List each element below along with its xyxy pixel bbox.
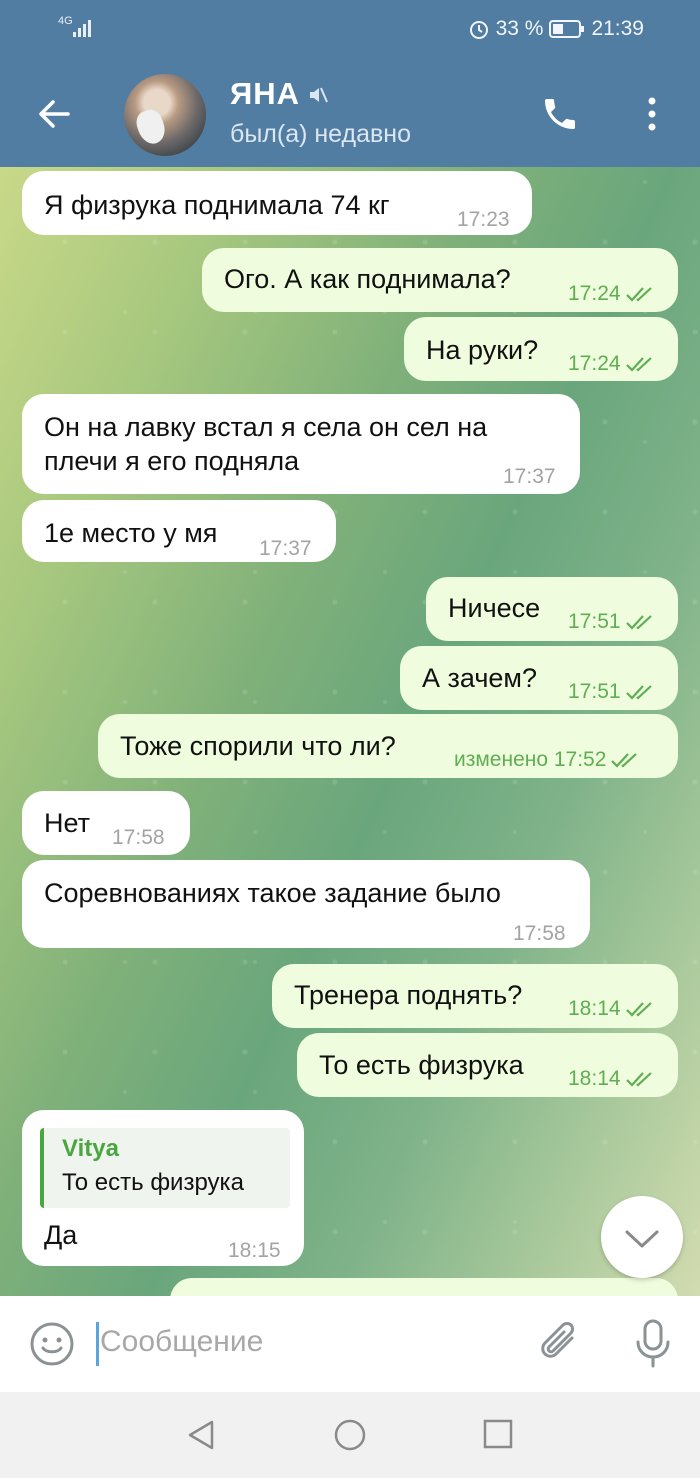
- chevron-down-icon: [625, 1230, 659, 1248]
- message-list[interactable]: Я физрука поднимала 74 кг 17:23 Ого. А к…: [0, 167, 700, 1296]
- battery-icon: [549, 20, 585, 38]
- message-time: 17:24: [568, 352, 621, 375]
- system-nav-bar: [0, 1392, 700, 1478]
- message-text: Соревнованиях такое задание было: [44, 878, 501, 908]
- message-outgoing[interactable]: Тренера поднять? 18:14: [272, 964, 678, 1028]
- back-arrow-icon[interactable]: [34, 94, 74, 134]
- message-incoming[interactable]: Я физрука поднимала 74 кг 17:23: [22, 171, 532, 235]
- message-incoming[interactable]: Соревнованиях такое задание было 17:58: [22, 860, 590, 948]
- message-outgoing[interactable]: То есть физрука 18:14: [297, 1033, 678, 1097]
- message-time: 17:37: [259, 537, 312, 560]
- message-incoming[interactable]: 1е место у мя 17:37: [22, 500, 336, 562]
- reply-text: То есть физрука: [62, 1169, 244, 1196]
- emoji-icon[interactable]: [28, 1320, 76, 1368]
- message-text: Ого. А как поднимала?: [224, 264, 511, 294]
- message-outgoing[interactable]: [170, 1278, 678, 1296]
- read-ticks-icon: [625, 287, 652, 303]
- message-text: Нет: [44, 808, 90, 838]
- nav-home-icon[interactable]: [333, 1418, 367, 1452]
- message-time: 17:58: [513, 922, 566, 945]
- message-time: 17:23: [457, 208, 510, 231]
- status-bar: 4G 33 % 21:39: [0, 0, 700, 60]
- message-text: Да: [44, 1220, 78, 1250]
- attach-icon[interactable]: [538, 1318, 584, 1368]
- alarm-icon: [469, 21, 488, 39]
- read-ticks-icon: [625, 615, 652, 631]
- message-time: 18:14: [568, 1067, 621, 1090]
- clock: 21:39: [591, 17, 644, 40]
- read-ticks-icon: [625, 685, 652, 701]
- composer: [0, 1296, 700, 1392]
- message-incoming[interactable]: Нет 17:58: [22, 791, 190, 855]
- muted-icon: [310, 87, 328, 103]
- signal-icon: [73, 20, 91, 37]
- message-text: 1е место у мя: [44, 518, 218, 548]
- read-ticks-icon: [611, 753, 638, 769]
- message-incoming[interactable]: Он на лавку встал я села он сел на плечи…: [22, 394, 580, 494]
- nav-back-icon[interactable]: [184, 1418, 218, 1452]
- message-incoming[interactable]: Vitya То есть физрука Да 18:15: [22, 1110, 304, 1266]
- message-time: 17:51: [568, 610, 621, 633]
- message-outgoing[interactable]: Ого. А как поднимала? 17:24: [202, 248, 678, 312]
- message-input[interactable]: [100, 1318, 500, 1366]
- avatar[interactable]: [124, 74, 206, 156]
- battery-percent: 33 %: [495, 17, 544, 40]
- message-text: Я физрука поднимала 74 кг: [44, 190, 390, 220]
- message-outgoing[interactable]: А зачем? 17:51: [400, 646, 678, 710]
- message-outgoing[interactable]: Тоже спорили что ли? изменено 17:52: [98, 714, 678, 778]
- message-text: Тоже спорили что ли?: [120, 731, 396, 761]
- microphone-icon[interactable]: [632, 1318, 674, 1370]
- network-type: 4G: [58, 15, 73, 27]
- phone-icon[interactable]: [540, 94, 580, 134]
- message-outgoing[interactable]: Ничесе 17:51: [426, 577, 678, 641]
- message-time: 17:51: [568, 680, 621, 703]
- reply-author: Vitya: [62, 1135, 119, 1162]
- more-options-icon[interactable]: [642, 96, 662, 132]
- chat-header: ЯНА был(а) недавно: [0, 60, 700, 167]
- message-text: Тренера поднять?: [294, 980, 523, 1010]
- message-time: 17:24: [568, 282, 621, 305]
- message-time: изменено 17:52: [454, 748, 607, 771]
- contact-status: был(а) недавно: [230, 120, 412, 148]
- message-text: А зачем?: [422, 663, 537, 693]
- message-time: 18:15: [228, 1239, 281, 1262]
- message-text: Он на лавку встал я села он сел на плечи…: [44, 412, 488, 476]
- nav-recents-icon[interactable]: [482, 1418, 514, 1450]
- read-ticks-icon: [625, 1002, 652, 1018]
- message-time: 17:37: [503, 465, 556, 488]
- message-time: 17:58: [112, 826, 165, 849]
- scroll-down-button[interactable]: [601, 1196, 683, 1278]
- message-text: На руки?: [426, 335, 539, 365]
- message-time: 18:14: [568, 997, 621, 1020]
- message-outgoing[interactable]: На руки? 17:24: [404, 317, 678, 381]
- message-text: Ничесе: [448, 593, 541, 623]
- contact-name[interactable]: ЯНА: [230, 76, 300, 112]
- read-ticks-icon: [625, 1072, 652, 1088]
- reply-quote[interactable]: Vitya То есть физрука: [40, 1128, 290, 1208]
- read-ticks-icon: [625, 357, 652, 373]
- message-text: То есть физрука: [319, 1050, 524, 1080]
